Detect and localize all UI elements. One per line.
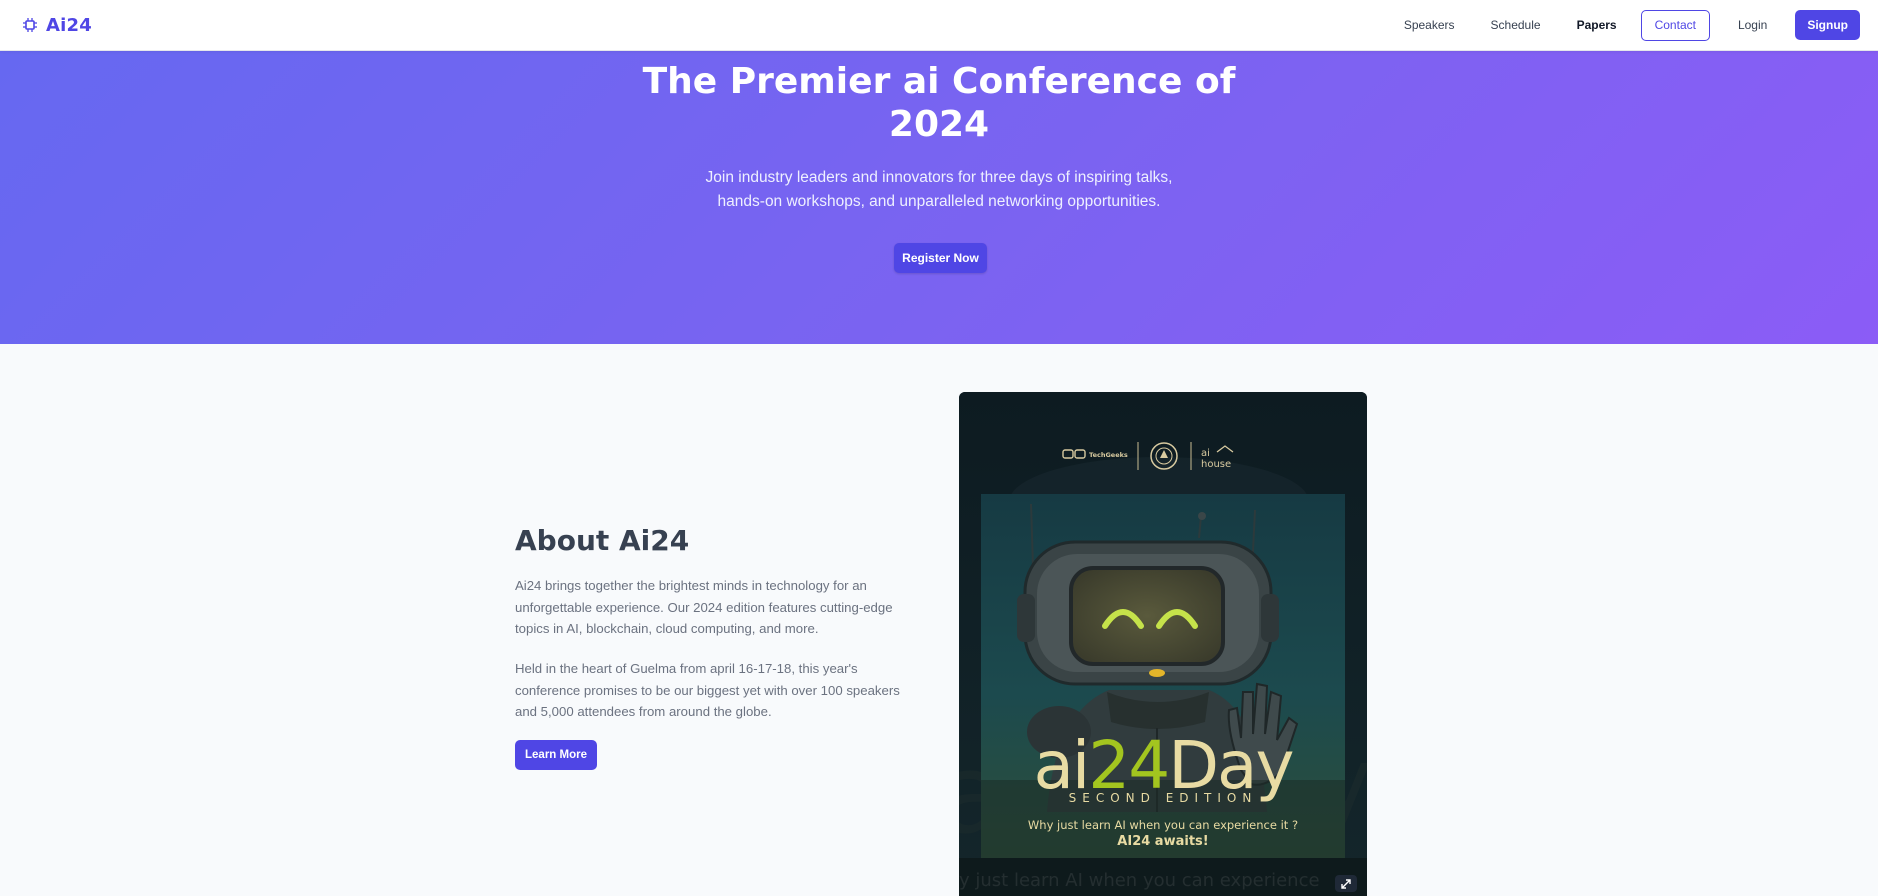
poster-edition-text: SECOND EDITION [1069, 791, 1258, 805]
hero-subtitle: Join industry leaders and innovators for… [0, 166, 1878, 214]
ai-house-line2: house [1201, 459, 1231, 470]
register-now-button[interactable]: Register Now [894, 243, 987, 273]
hero-section: The Premier ai Conference of 2024 Join i… [0, 51, 1878, 344]
about-paragraph-1: Ai24 brings together the brightest minds… [515, 575, 915, 640]
learn-more-button[interactable]: Learn More [515, 740, 597, 770]
about-p2-line2: conference promises to be our biggest ye… [515, 682, 900, 698]
about-p1-line1: Ai24 brings together the brightest minds… [515, 578, 867, 593]
nav-contact-button[interactable]: Contact [1640, 9, 1710, 41]
expand-icon [1341, 878, 1351, 889]
about-p2-line3: and 5,000 attendees from around the glob… [515, 704, 772, 719]
about-title: About Ai24 [515, 524, 690, 557]
poster-tagline: Why just learn AI when you can experienc… [1028, 818, 1298, 832]
nav-login-link[interactable]: Login [1720, 10, 1785, 40]
hero-subtitle-line2: hands-on workshops, and unparalleled net… [717, 193, 1161, 210]
poster-graphic: a y TechGeeks ai house [959, 392, 1367, 896]
ai24day-wordmark: ai24Day SECOND EDITION [1033, 727, 1295, 805]
about-p2-line1: Held in the heart of Guelma from april 1… [515, 661, 858, 676]
ai-house-line1: ai [1201, 448, 1210, 459]
about-p1-line2: unforgettable experience. Our 2024 editi… [515, 599, 893, 615]
nav-schedule-link[interactable]: Schedule [1473, 10, 1559, 40]
brand-logo[interactable]: Ai24 [22, 15, 92, 36]
about-p1-line3: topics in AI, blockchain, cloud computin… [515, 621, 819, 636]
chip-icon [23, 18, 37, 32]
hero-title-line2: 2024 [888, 104, 990, 145]
top-nav: Ai24 Speakers Schedule Papers Contact Lo… [0, 0, 1878, 51]
techgeeks-text: TechGeeks [1089, 451, 1128, 459]
expand-image-button[interactable] [1335, 875, 1357, 892]
svg-text:y just learn AI when you can e: y just learn AI when you can experience [959, 870, 1320, 891]
brand-name: Ai24 [46, 14, 92, 36]
poster-awaits-text: AI24 awaits! [1117, 834, 1208, 849]
about-paragraph-2: Held in the heart of Guelma from april 1… [515, 658, 915, 723]
nav-papers-link[interactable]: Papers [1559, 10, 1635, 40]
hero-title-line1: The Premier ai Conference of [642, 61, 1236, 102]
nav-links: Speakers Schedule Papers Contact Login S… [1386, 9, 1860, 41]
event-poster-image: a y TechGeeks ai house [959, 392, 1367, 896]
hero-subtitle-line1: Join industry leaders and innovators for… [705, 169, 1173, 186]
nav-speakers-link[interactable]: Speakers [1386, 10, 1473, 40]
techgeeks-logo: TechGeeks [1062, 449, 1128, 459]
hero-title: The Premier ai Conference of 2024 [0, 60, 1878, 146]
nav-signup-button[interactable]: Signup [1795, 10, 1860, 40]
